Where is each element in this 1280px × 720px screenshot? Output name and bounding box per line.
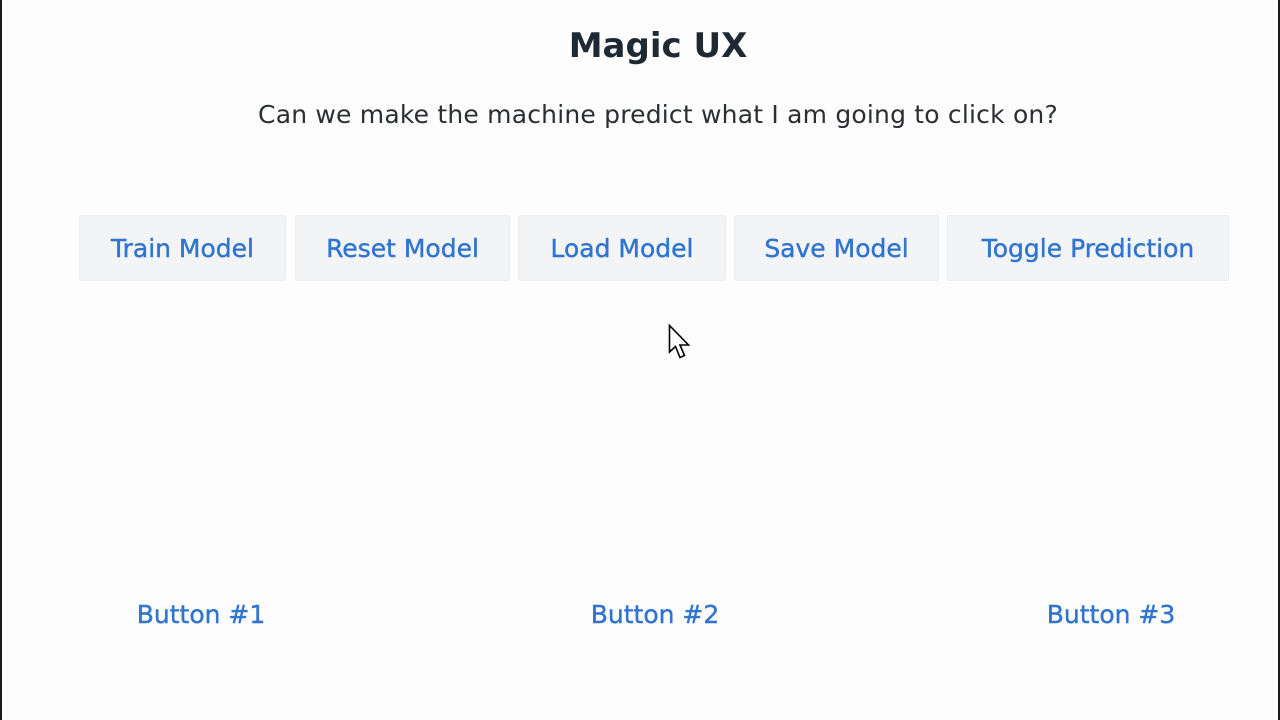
model-toolbar: Train Model Reset Model Load Model Save … xyxy=(0,215,1280,281)
train-model-button[interactable]: Train Model xyxy=(79,215,286,281)
mouse-pointer-icon xyxy=(668,324,691,359)
load-model-button[interactable]: Load Model xyxy=(518,215,726,281)
target-button-3[interactable]: Button #3 xyxy=(1031,594,1191,634)
save-model-button[interactable]: Save Model xyxy=(734,215,939,281)
toggle-prediction-button[interactable]: Toggle Prediction xyxy=(947,215,1229,281)
page-title: Magic UX xyxy=(568,26,748,66)
reset-model-button[interactable]: Reset Model xyxy=(295,215,510,281)
page-subtitle: Can we make the machine predict what I a… xyxy=(258,100,1058,129)
target-button-2[interactable]: Button #2 xyxy=(575,594,735,634)
target-button-1[interactable]: Button #1 xyxy=(121,594,281,634)
